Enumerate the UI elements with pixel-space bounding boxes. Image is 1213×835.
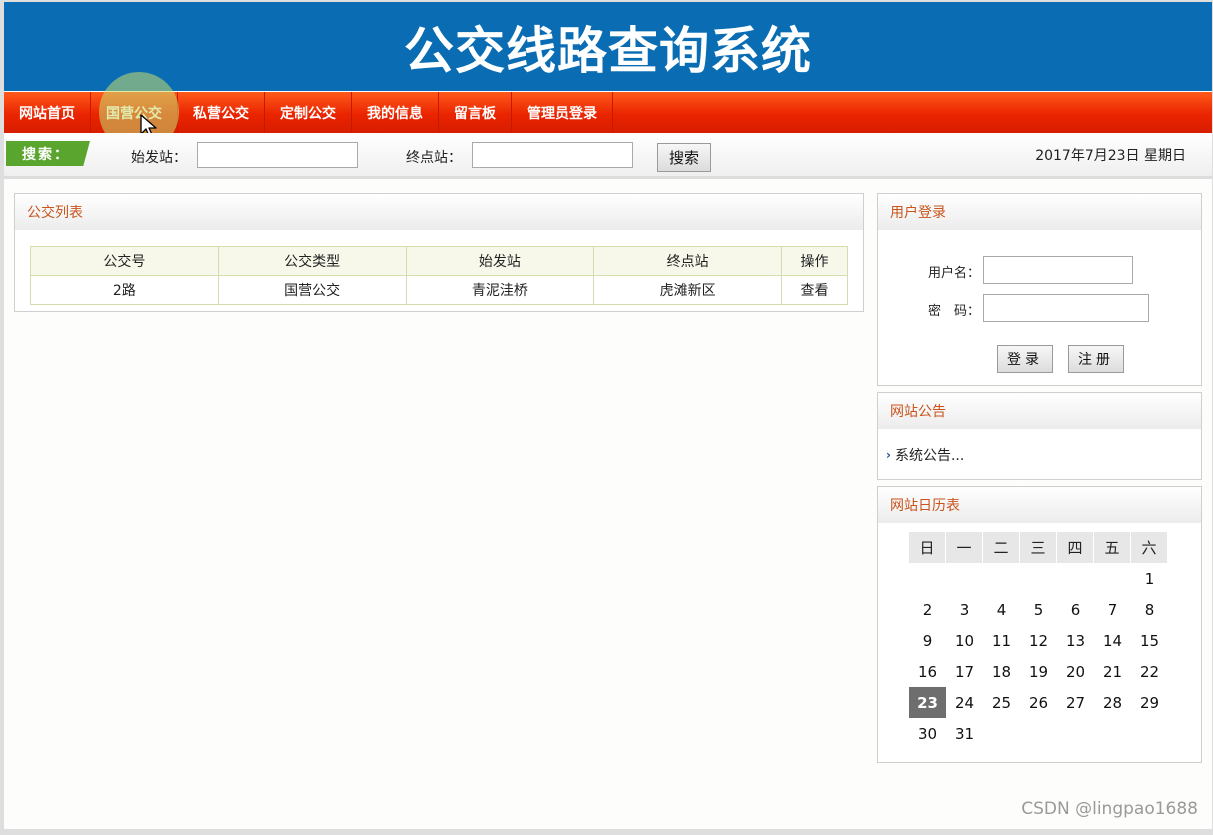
calendar-day: 6 (1070, 600, 1081, 619)
calendar-day: 27 (1065, 693, 1086, 712)
calendar-day: 24 (954, 693, 975, 712)
calendar-day: 26 (1028, 693, 1049, 712)
calendar-day: 18 (991, 662, 1012, 681)
register-button[interactable]: 注册 (1068, 345, 1124, 373)
calendar-day: 2 (922, 600, 933, 619)
calendar-blank (946, 563, 983, 594)
bus-list-panel: 公交列表 公交号 公交类型 始发站 终点站 操作 2路 国营公交 青泥洼桥 虎滩… (14, 193, 864, 312)
calendar-day: 30 (917, 724, 938, 743)
bus-list-title: 公交列表 (15, 194, 863, 230)
calendar-day: 29 (1139, 693, 1160, 712)
col-header-start-station: 始发站 (405, 246, 595, 276)
username-label: 用户名： (928, 266, 981, 281)
calendar-blank (1020, 563, 1057, 594)
password-label: 密 码： (928, 304, 981, 319)
calendar-day: 15 (1139, 631, 1160, 650)
site-title: 公交线路查询系统 (404, 21, 812, 80)
calendar-panel: 网站日历表 日 一 二 三 四 五 六 1 2 3 4 5 6 7 8 9 10 11 12 13 14 1… (877, 486, 1202, 763)
cell-start-station: 青泥洼桥 (405, 275, 595, 305)
calendar-day: 10 (954, 631, 975, 650)
calendar-day: 17 (954, 662, 975, 681)
col-header-bus-type: 公交类型 (217, 246, 407, 276)
nav-item-guestbook[interactable]: 留言板 (439, 92, 512, 133)
weekday-tue: 二 (983, 532, 1020, 563)
calendar-blank (1057, 563, 1094, 594)
calendar-day: 22 (1139, 662, 1160, 681)
notice-item[interactable]: › 系统公告... (886, 445, 964, 465)
calendar-day: 28 (1102, 693, 1123, 712)
nav-item-admin-login[interactable]: 管理员登录 (512, 92, 613, 133)
calendar-blank (983, 563, 1020, 594)
col-header-bus-number: 公交号 (30, 246, 219, 276)
calendar-blank (1094, 563, 1131, 594)
header-banner: 公交线路查询系统 (4, 2, 1212, 91)
calendar-day: 3 (959, 600, 970, 619)
password-input[interactable] (983, 294, 1149, 322)
calendar-title: 网站日历表 (878, 487, 1201, 523)
start-station-label: 始发站： (131, 150, 187, 166)
current-date: 2017年7月23日 星期日 (1035, 148, 1186, 164)
login-panel: 用户登录 用户名： 密 码： 登录 注册 (877, 193, 1202, 386)
col-header-end-station: 终点站 (593, 246, 783, 276)
calendar-day: 12 (1028, 631, 1049, 650)
weekday-sat: 六 (1131, 532, 1168, 563)
calendar-day-today: 23 (909, 687, 946, 718)
notice-panel: 网站公告 › 系统公告... (877, 392, 1202, 480)
notice-title: 网站公告 (878, 393, 1201, 429)
calendar-day: 5 (1033, 600, 1044, 619)
nav-item-state-bus[interactable]: 国营公交 (91, 92, 178, 133)
weekday-wed: 三 (1020, 532, 1057, 563)
notice-item-label: 系统公告... (894, 448, 965, 464)
end-station-label: 终点站： (406, 150, 462, 166)
weekday-fri: 五 (1094, 532, 1131, 563)
nav-item-home[interactable]: 网站首页 (4, 92, 91, 133)
calendar-day: 8 (1144, 600, 1155, 619)
nav-item-custom-bus[interactable]: 定制公交 (265, 92, 352, 133)
login-button[interactable]: 登录 (997, 345, 1053, 373)
weekday-thu: 四 (1057, 532, 1094, 563)
calendar-day: 14 (1102, 631, 1123, 650)
end-station-input[interactable] (472, 142, 633, 168)
search-tag: 搜索： (6, 141, 90, 166)
nav-item-my-info[interactable]: 我的信息 (352, 92, 439, 133)
search-bar: 搜索： 始发站： 终点站： 搜索 2017年7月23日 星期日 (4, 133, 1212, 179)
calendar-day: 11 (991, 631, 1012, 650)
main-nav: 网站首页 国营公交 私营公交 定制公交 我的信息 留言板 管理员登录 (4, 92, 1212, 133)
calendar-day: 4 (996, 600, 1007, 619)
calendar-day: 19 (1028, 662, 1049, 681)
calendar-day: 7 (1107, 600, 1118, 619)
cell-bus-type: 国营公交 (217, 275, 407, 305)
cell-end-station: 虎滩新区 (593, 275, 783, 305)
weekday-mon: 一 (946, 532, 983, 563)
nav-item-private-bus[interactable]: 私营公交 (178, 92, 265, 133)
calendar-day: 31 (954, 724, 975, 743)
calendar-grid: 日 一 二 三 四 五 六 1 2 3 4 5 6 7 8 9 10 11 12 13 14 15 16 17 1… (909, 532, 1168, 749)
login-title: 用户登录 (878, 194, 1201, 230)
watermark: CSDN @lingpao1688 (1021, 799, 1198, 819)
calendar-day: 9 (922, 631, 933, 650)
calendar-day: 16 (917, 662, 938, 681)
search-button[interactable]: 搜索 (657, 143, 711, 172)
col-header-action: 操作 (781, 246, 848, 276)
calendar-day: 20 (1065, 662, 1086, 681)
calendar-blank (909, 563, 946, 594)
calendar-day: 21 (1102, 662, 1123, 681)
table-header-row: 公交号 公交类型 始发站 终点站 操作 (30, 246, 848, 276)
username-input[interactable] (983, 256, 1133, 284)
calendar-day: 1 (1144, 569, 1155, 588)
calendar-day: 25 (991, 693, 1012, 712)
page-frame: 公交线路查询系统 网站首页 国营公交 私营公交 定制公交 我的信息 留言板 管理… (4, 2, 1212, 829)
table-row: 2路 国营公交 青泥洼桥 虎滩新区 查看 (30, 275, 848, 305)
bus-table: 公交号 公交类型 始发站 终点站 操作 2路 国营公交 青泥洼桥 虎滩新区 查看 (30, 246, 848, 305)
weekday-sun: 日 (909, 532, 946, 563)
calendar-day: 13 (1065, 631, 1086, 650)
cell-bus-number: 2路 (30, 275, 219, 305)
bullet-arrow-icon: › (886, 448, 891, 462)
view-link[interactable]: 查看 (781, 275, 848, 305)
start-station-input[interactable] (197, 142, 358, 168)
